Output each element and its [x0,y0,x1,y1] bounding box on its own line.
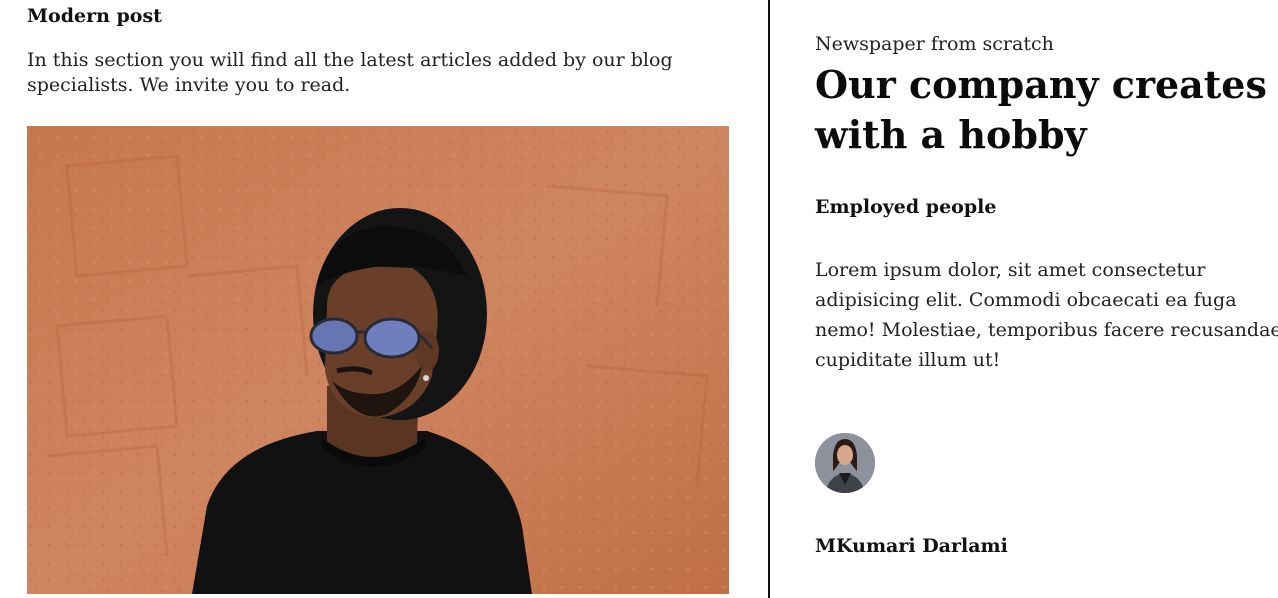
subheading: Employed people [815,196,997,218]
headline: Our company creates with a hobby [815,62,1267,157]
author-avatar [815,433,875,493]
company-section: Newspaper from scratch Our company creat… [770,0,1278,598]
post-photo [27,126,729,594]
modern-post-section: Modern post In this section you will fin… [0,0,768,598]
kicker-text: Newspaper from scratch [815,33,1054,55]
page: Modern post In this section you will fin… [0,0,1278,598]
author-name: MKumari Darlami [815,535,1008,557]
body-paragraph: Lorem ipsum dolor, sit amet consectetur … [815,259,1278,371]
section-heading: Modern post [27,5,162,27]
section-description: In this section you will find all the la… [27,49,673,96]
